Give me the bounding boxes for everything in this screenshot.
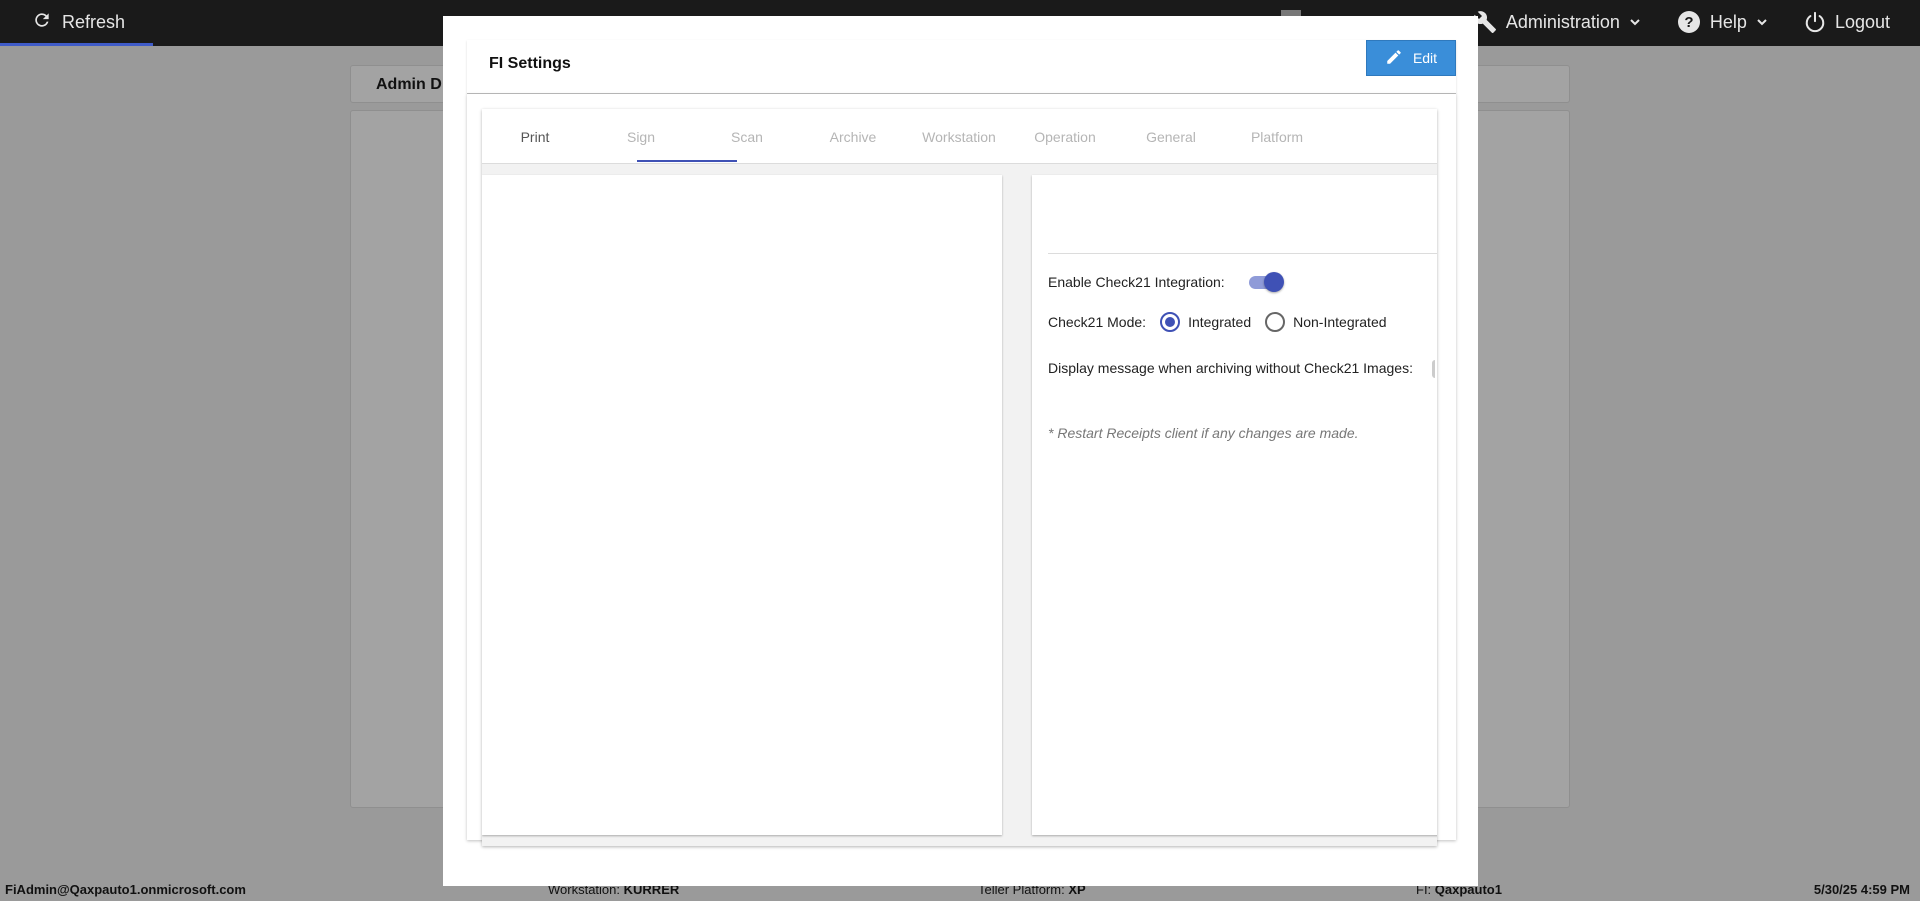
radio-integrated-label: Integrated [1188,314,1252,330]
radio-non-integrated-label: Non-Integrated [1293,314,1387,330]
radio-non-integrated[interactable]: Non-Integrated [1265,312,1387,332]
tab-general[interactable]: General [1118,109,1224,164]
section-divider [1048,253,1437,254]
edit-label: Edit [1412,50,1438,66]
settings-tabs: Print Sign Scan Archive Workstation Oper… [482,109,1437,164]
check21-mode-row: Check21 Mode: Integrated Non-Integrated [1048,312,1387,332]
right-settings-pane: Enable Check21 Integration: Check21 Mode… [1032,175,1437,835]
restart-note: * Restart Receipts client if any changes… [1048,425,1359,441]
dialog-header: FI Settings Edit [467,40,1456,94]
tab-operation[interactable]: Operation [1012,109,1118,164]
dialog-title: FI Settings [489,55,571,72]
tab-workstation[interactable]: Workstation [906,109,1012,164]
administration-menu[interactable]: Administration [1473,10,1641,34]
settings-card: Print Sign Scan Archive Workstation Oper… [467,94,1456,846]
enable-check21-toggle[interactable] [1247,271,1285,293]
tab-scan[interactable]: Scan [694,109,800,164]
logout-label: Logout [1834,11,1890,32]
display-message-label: Display message when archiving without C… [1048,360,1413,376]
display-message-toggle[interactable] [1432,360,1437,378]
current-user: FiAdmin@Qaxpauto1.onmicrosoft.com [5,882,246,897]
chevron-down-icon [1756,16,1768,28]
pencil-icon [1385,48,1403,69]
radio-integrated[interactable]: Integrated [1160,312,1251,332]
help-circle-icon: ? [1677,10,1701,34]
tab-print[interactable]: Print [482,109,588,164]
display-message-row: Display message when archiving without C… [1048,360,1413,376]
refresh-button[interactable]: Refresh [32,0,125,44]
refresh-icon [32,10,52,35]
enable-check21-row: Enable Check21 Integration: [1048,271,1285,293]
tab-sign[interactable]: Sign [588,109,694,164]
tab-platform[interactable]: Platform [1224,109,1330,164]
tab-archive[interactable]: Archive [800,109,906,164]
loading-progress-bar [0,43,153,46]
chevron-down-icon [1629,16,1641,28]
logout-button[interactable]: Logout [1804,11,1890,33]
check21-mode-label: Check21 Mode: [1048,314,1147,330]
administration-label: Administration [1505,11,1620,32]
admin-dashboard-title: Admin D [376,76,442,93]
radio-checked-icon [1160,312,1181,332]
enable-check21-label: Enable Check21 Integration: [1048,274,1225,290]
power-icon [1804,11,1826,33]
fi-settings-dialog: FI Settings Edit Print Sign Scan Archive… [443,16,1478,886]
active-tab-indicator [637,160,737,162]
refresh-label: Refresh [62,11,126,32]
svg-text:?: ? [1684,14,1693,31]
edit-button[interactable]: Edit [1366,40,1456,76]
help-menu[interactable]: ? Help [1677,10,1768,34]
left-settings-pane [482,175,1002,835]
status-datetime: 5/30/25 4:59 PM [1813,882,1910,897]
radio-unchecked-icon [1265,312,1286,332]
toggle-thumb [1263,272,1284,292]
help-label: Help [1709,11,1747,32]
settings-tab-container: Print Sign Scan Archive Workstation Oper… [482,109,1437,846]
